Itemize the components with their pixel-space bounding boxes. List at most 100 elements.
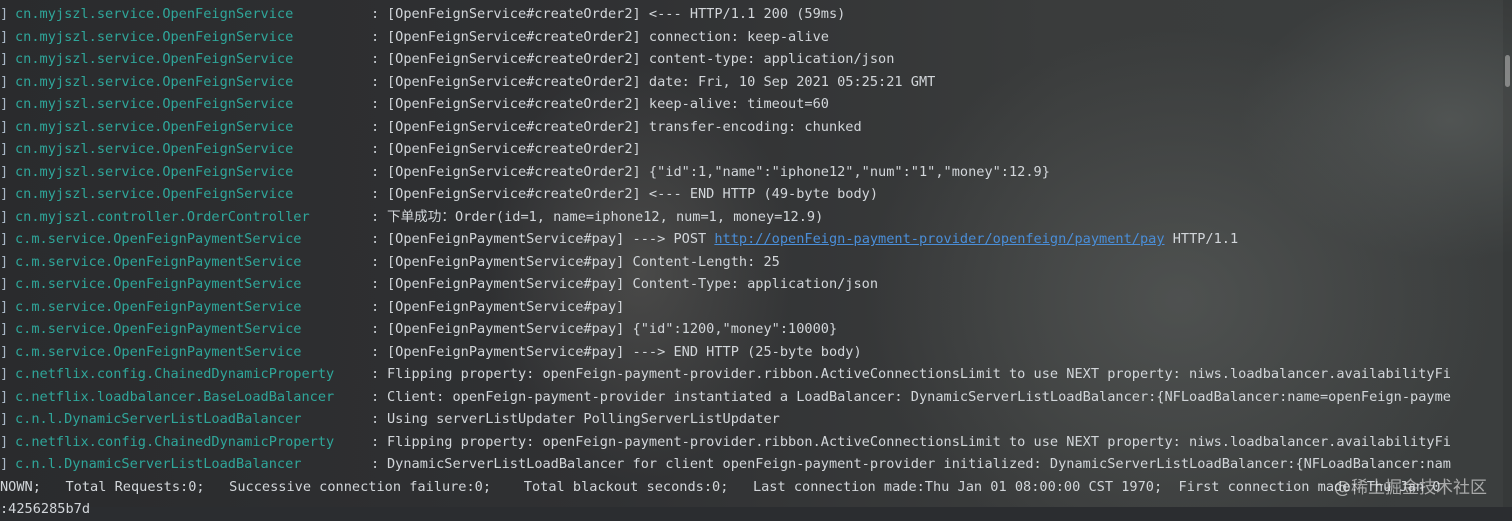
log-separator: : <box>371 96 380 112</box>
log-message: Flipping property: openFeign-payment-pro… <box>387 366 1451 382</box>
log-message: Client: openFeign-payment-provider insta… <box>387 388 1451 405</box>
wrap-line-text: :4256285b7d <box>0 501 91 517</box>
vertical-scrollbar[interactable] <box>1503 0 1512 507</box>
log-message: 下单成功：Order(id=1, name=iphone12, num=1, m… <box>387 208 824 225</box>
line-bracket: ] <box>0 73 9 90</box>
log-separator: : <box>371 51 380 67</box>
log-message: [OpenFeignPaymentService#pay] ---> POST … <box>387 228 1238 251</box>
log-message: [OpenFeignService#createOrder2] transfer… <box>387 118 862 135</box>
log-line: ] c.m.service.OpenFeignPaymentService: [Op… <box>0 251 1512 274</box>
watermark: @稀土掘金技术社区 <box>1334 478 1487 498</box>
line-bracket: ] <box>0 208 9 225</box>
line-bracket: ] <box>0 6 9 22</box>
log-message: [OpenFeignService#createOrder2] connecti… <box>387 28 829 45</box>
log-separator: : <box>371 208 380 225</box>
line-bracket: ] <box>0 388 9 405</box>
log-separator: : <box>371 388 380 405</box>
log-message: [OpenFeignService#createOrder2] <--- END… <box>387 186 879 202</box>
log-message: [OpenFeignService#createOrder2] {"id":1,… <box>387 163 1050 180</box>
logger-name: c.netflix.config.ChainedDynamicProperty <box>15 433 335 450</box>
line-bracket: ] <box>0 456 9 472</box>
line-bracket: ] <box>0 411 9 427</box>
line-bracket: ] <box>0 343 9 360</box>
log-message: [OpenFeignPaymentService#pay] <box>387 298 625 315</box>
console-output[interactable]: ] cn.myjszl.service.OpenFeignService: [Ope… <box>0 3 1512 521</box>
line-bracket: ] <box>0 51 9 67</box>
logger-name: cn.myjszl.service.OpenFeignService <box>15 141 294 157</box>
log-separator: : <box>371 298 380 315</box>
log-separator: : <box>371 141 380 157</box>
log-separator: : <box>371 163 380 180</box>
log-line: ] cn.myjszl.service.OpenFeignService: [Ope… <box>0 138 1512 161</box>
log-separator: : <box>371 118 380 135</box>
log-line: ] c.m.service.OpenFeignPaymentService: [Op… <box>0 273 1512 296</box>
logger-name: cn.myjszl.controller.OrderController <box>15 208 310 225</box>
log-line: ] cn.myjszl.controller.OrderController: 下单… <box>0 206 1512 229</box>
log-separator: : <box>371 366 380 382</box>
log-separator: : <box>371 73 380 90</box>
logger-name: cn.myjszl.service.OpenFeignService <box>15 73 294 90</box>
log-line: ] cn.myjszl.service.OpenFeignService: [Ope… <box>0 48 1512 71</box>
log-separator: : <box>371 276 380 292</box>
logger-name: c.m.service.OpenFeignPaymentService <box>15 276 302 292</box>
logger-name: cn.myjszl.service.OpenFeignService <box>15 6 294 22</box>
log-separator: : <box>371 321 380 337</box>
log-line: ] cn.myjszl.service.OpenFeignService: [Ope… <box>0 116 1512 139</box>
log-message: [OpenFeignPaymentService#pay] Content-Le… <box>387 253 780 270</box>
logger-name: cn.myjszl.service.OpenFeignService <box>15 163 294 180</box>
log-line: ] c.m.service.OpenFeignPaymentService: [Op… <box>0 341 1512 364</box>
logger-name: c.n.l.DynamicServerListLoadBalancer <box>15 411 302 427</box>
log-message: [OpenFeignService#createOrder2] content-… <box>387 51 895 67</box>
line-bracket: ] <box>0 96 9 112</box>
log-separator: : <box>371 253 380 270</box>
log-message: [OpenFeignPaymentService#pay] {"id":1200… <box>387 321 838 337</box>
log-line: ] cn.myjszl.service.OpenFeignService: [Ope… <box>0 183 1512 206</box>
line-bracket: ] <box>0 141 9 157</box>
scrollbar-thumb[interactable] <box>1505 55 1510 87</box>
log-line: ] cn.myjszl.service.OpenFeignService: [Ope… <box>0 161 1512 184</box>
log-message: Using serverListUpdater PollingServerLis… <box>387 411 780 427</box>
log-message: [OpenFeignPaymentService#pay] Content-Ty… <box>387 276 879 292</box>
log-separator: : <box>371 186 380 202</box>
logger-name: cn.myjszl.service.OpenFeignService <box>15 28 294 45</box>
logger-name: c.m.service.OpenFeignPaymentService <box>15 231 302 247</box>
log-line: ] c.n.l.DynamicServerListLoadBalancer: Dyn… <box>0 453 1512 476</box>
logger-name: c.m.service.OpenFeignPaymentService <box>15 343 302 360</box>
logger-name: c.netflix.config.ChainedDynamicProperty <box>15 366 335 382</box>
log-separator: : <box>371 456 380 472</box>
log-separator: : <box>371 231 380 247</box>
log-separator: : <box>371 6 380 22</box>
log-separator: : <box>371 28 380 45</box>
log-message: [OpenFeignService#createOrder2] <box>387 141 641 157</box>
line-bracket: ] <box>0 366 9 382</box>
logger-name: c.n.l.DynamicServerListLoadBalancer <box>15 456 302 472</box>
line-bracket: ] <box>0 321 9 337</box>
log-line: ] c.m.service.OpenFeignPaymentService: [Op… <box>0 228 1512 251</box>
log-separator: : <box>371 433 380 450</box>
log-line: ] c.netflix.config.ChainedDynamicProperty… <box>0 363 1512 386</box>
logger-name: c.m.service.OpenFeignPaymentService <box>15 253 302 270</box>
log-message: Flipping property: openFeign-payment-pro… <box>387 433 1451 450</box>
status-line-text: NOWN; Total Requests:0; Successive conne… <box>0 478 1441 495</box>
log-line: ] c.netflix.loadbalancer.BaseLoadBalancer… <box>0 386 1512 409</box>
log-line: ] c.netflix.config.ChainedDynamicProperty… <box>0 431 1512 454</box>
log-line: ] c.m.service.OpenFeignPaymentService: [Op… <box>0 296 1512 319</box>
log-wrap-line: :4256285b7d <box>0 498 1512 521</box>
log-message-suffix: HTTP/1.1 <box>1164 231 1239 247</box>
log-message: [OpenFeignService#createOrder2] keep-ali… <box>387 96 829 112</box>
line-bracket: ] <box>0 298 9 315</box>
logger-name: c.m.service.OpenFeignPaymentService <box>15 321 302 337</box>
line-bracket: ] <box>0 433 9 450</box>
line-bracket: ] <box>0 231 9 247</box>
line-bracket: ] <box>0 186 9 202</box>
request-url-link[interactable]: http://openFeign-payment-provider/openfe… <box>714 231 1164 247</box>
log-line: ] cn.myjszl.service.OpenFeignService: [Ope… <box>0 3 1512 26</box>
logger-name: cn.myjszl.service.OpenFeignService <box>15 186 294 202</box>
logger-name: c.netflix.loadbalancer.BaseLoadBalancer <box>15 388 335 405</box>
log-separator: : <box>371 411 380 427</box>
log-separator: : <box>371 343 380 360</box>
log-line: ] cn.myjszl.service.OpenFeignService: [Ope… <box>0 26 1512 49</box>
log-message: [OpenFeignService#createOrder2] <--- HTT… <box>387 6 846 22</box>
log-line: ] cn.myjszl.service.OpenFeignService: [Ope… <box>0 93 1512 116</box>
line-bracket: ] <box>0 163 9 180</box>
